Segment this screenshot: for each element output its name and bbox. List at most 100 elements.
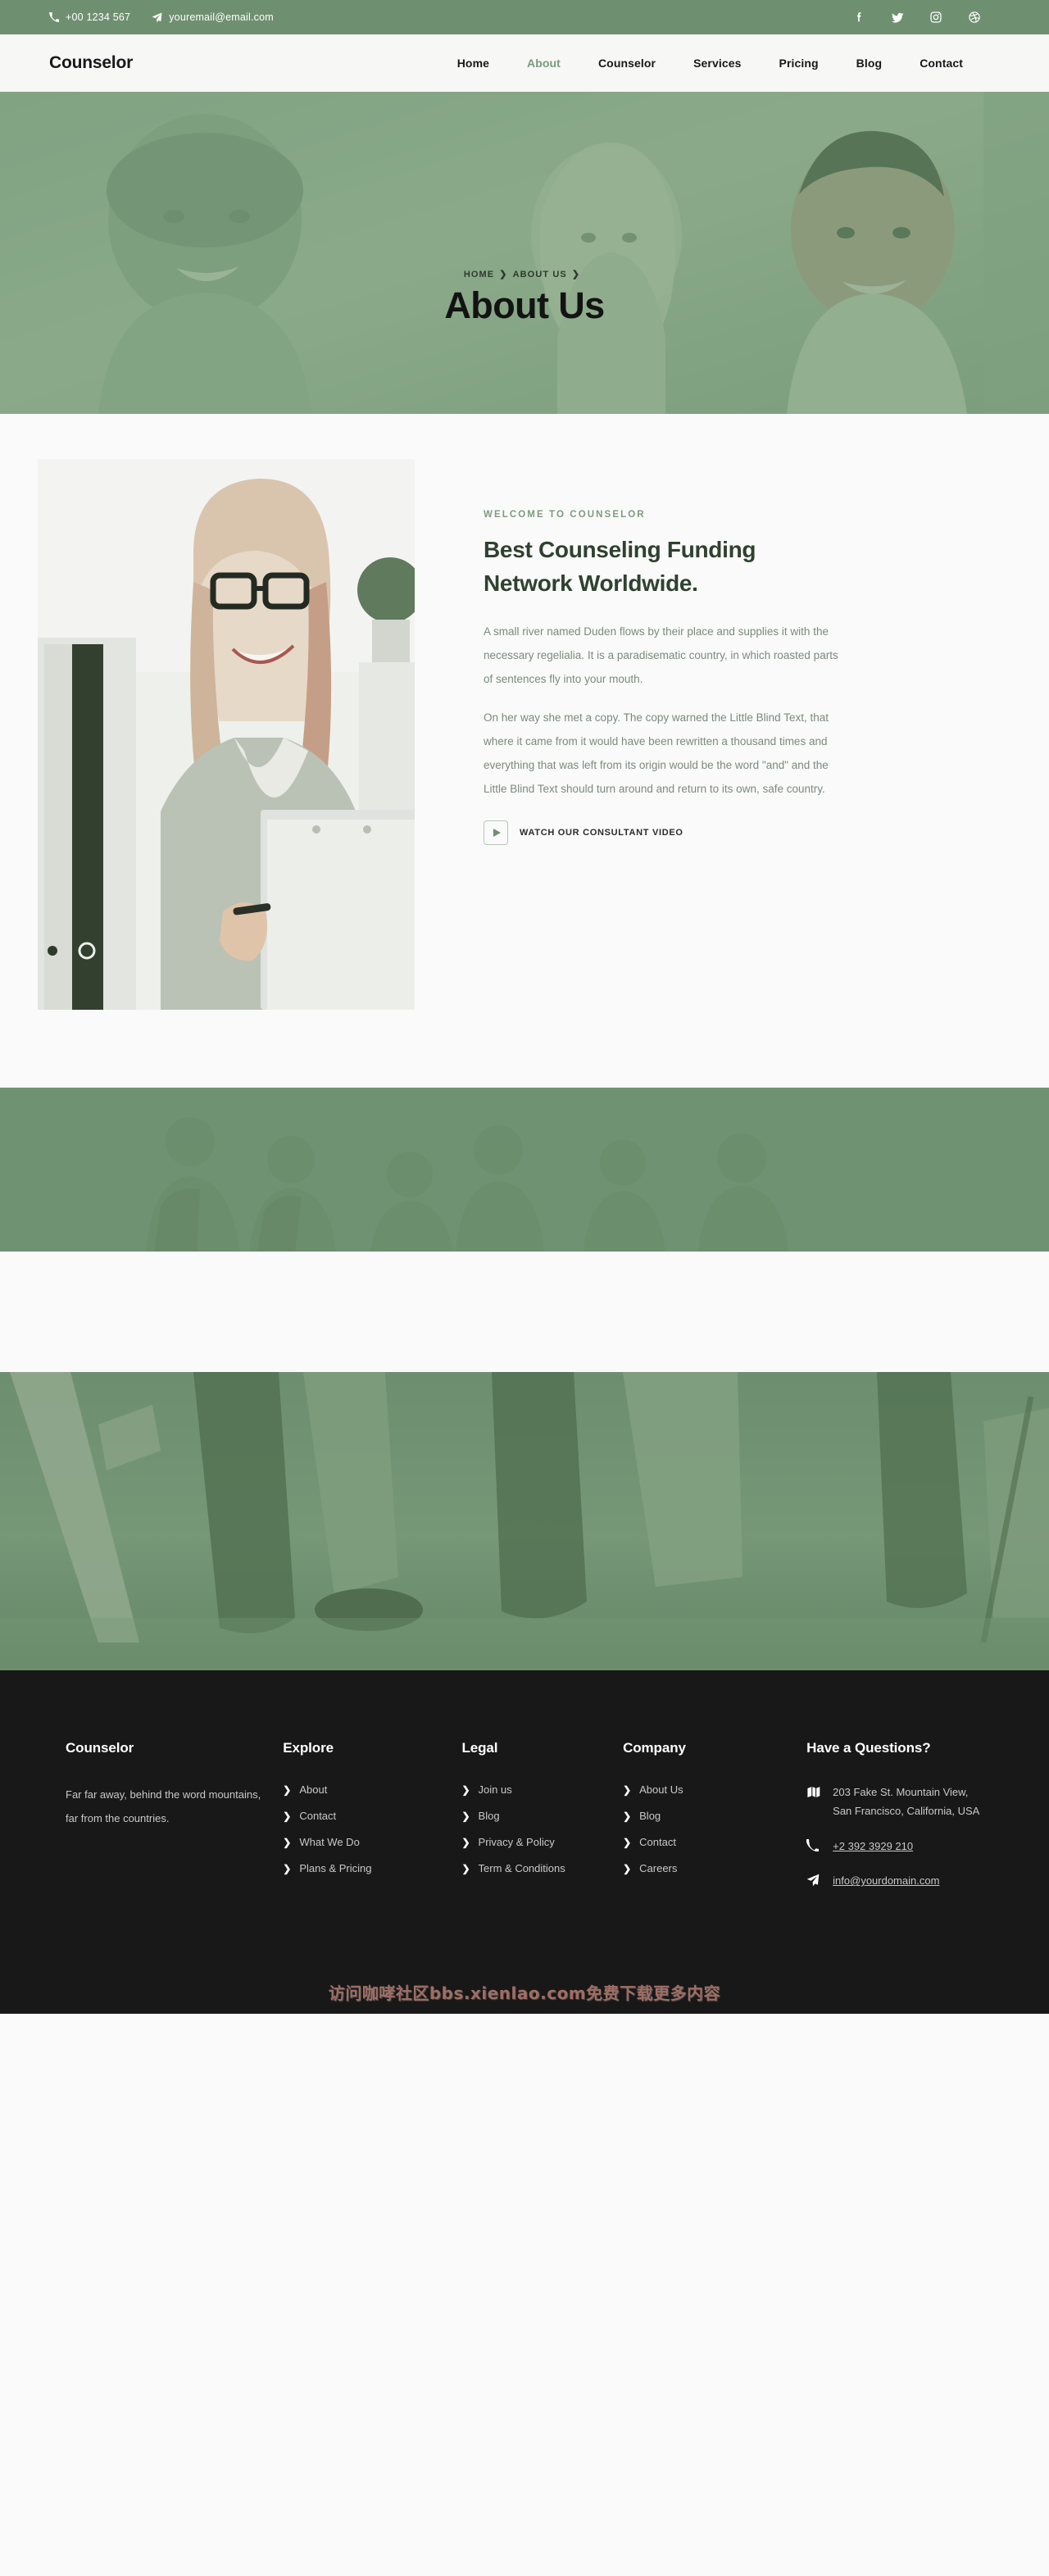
footer-link-label: About [299, 1783, 328, 1796]
breadcrumb: HOME ❯ ABOUT US ❯ [444, 269, 604, 279]
footer-column-contact: Have a Questions? 203 Fake St. Mountain … [806, 1740, 1000, 1907]
about-heading: Best Counseling Funding Network Worldwid… [484, 537, 756, 596]
footer-brand-title: Counselor [66, 1740, 134, 1756]
nav-item-about[interactable]: About [508, 57, 579, 70]
footer-link-label: Careers [639, 1862, 678, 1874]
footer-link-label: Blog [639, 1810, 661, 1822]
chevron-right-icon: ❯ [461, 1836, 470, 1848]
site-footer: Counselor Far far away, behind the word … [0, 1670, 1049, 2014]
footer-link-label: Blog [478, 1810, 500, 1822]
footer-link-label: Plans & Pricing [299, 1862, 372, 1874]
nav-item-pricing[interactable]: Pricing [761, 57, 838, 70]
nav-item-contact[interactable]: Contact [901, 57, 982, 70]
paper-plane-icon [806, 1872, 821, 1887]
footer-phone[interactable]: +2 392 3929 210 [833, 1838, 913, 1856]
footer-address: 203 Fake St. Mountain View, San Francisc… [833, 1786, 980, 1817]
paper-plane-icon [152, 12, 162, 23]
top-bar: +00 1234 567 youremail@email.com [0, 0, 1049, 34]
footer-link-explore-1[interactable]: ❯ Contact [283, 1810, 445, 1822]
footer-link-legal-3[interactable]: ❯ Term & Conditions [461, 1862, 606, 1874]
footer-bottom-spacer [0, 1907, 1049, 2014]
footer-link-legal-2[interactable]: ❯ Privacy & Policy [461, 1836, 606, 1848]
list-item: ❯ Careers [623, 1862, 790, 1874]
facebook-icon[interactable] [851, 10, 866, 25]
breadcrumb-separator-icon: ❯ [499, 269, 508, 279]
about-section: WELCOME TO COUNSELOR Best Counseling Fun… [0, 414, 1049, 1088]
chevron-right-icon: ❯ [623, 1783, 632, 1796]
footer-link-company-2[interactable]: ❯ Contact [623, 1836, 790, 1848]
footer-link-company-1[interactable]: ❯ Blog [623, 1810, 790, 1822]
about-paragraph-1: A small river named Duden flows by their… [484, 625, 838, 686]
chevron-right-icon: ❯ [623, 1862, 632, 1874]
breadcrumb-about-us[interactable]: ABOUT US [513, 270, 567, 279]
footer-legal-list: ❯ Join us ❯ Blog ❯ Privacy & Policy ❯ Term &… [461, 1783, 606, 1874]
about-image [38, 459, 415, 1010]
list-item: ❯ Privacy & Policy [461, 1836, 606, 1848]
about-paragraph-2: On her way she met a copy. The copy warn… [484, 711, 829, 796]
chevron-right-icon: ❯ [283, 1836, 292, 1848]
footer-link-label: What We Do [299, 1836, 360, 1848]
nav-item-blog[interactable]: Blog [838, 57, 901, 70]
contact-email-row: info@yourdomain.com [806, 1872, 983, 1891]
footer-company-list: ❯ About Us ❯ Blog ❯ Contact ❯ Careers [623, 1783, 790, 1874]
footer-email[interactable]: info@yourdomain.com [833, 1872, 939, 1891]
footer-explore-title: Explore [283, 1740, 334, 1756]
dribbble-icon[interactable] [967, 10, 982, 25]
footer-contact-title: Have a Questions? [806, 1740, 931, 1756]
chevron-right-icon: ❯ [461, 1810, 470, 1822]
nav-item-counselor[interactable]: Counselor [579, 57, 674, 70]
nav-item-home[interactable]: Home [438, 57, 508, 70]
chevron-right-icon: ❯ [461, 1862, 470, 1874]
footer-link-legal-1[interactable]: ❯ Blog [461, 1810, 606, 1822]
nav-item-services[interactable]: Services [674, 57, 760, 70]
breadcrumb-separator-icon-2: ❯ [571, 269, 581, 279]
footer-column-explore: Explore ❯ About ❯ Contact ❯ What We Do ❯ Pla… [283, 1740, 461, 1907]
group-photo-band [0, 1088, 1049, 1252]
twitter-icon[interactable] [890, 10, 905, 25]
footer-contact-list: 203 Fake St. Mountain View, San Francisc… [806, 1783, 983, 1891]
footer-link-explore-0[interactable]: ❯ About [283, 1783, 445, 1796]
breadcrumb-home[interactable]: HOME [464, 270, 494, 279]
footer-link-label: Privacy & Policy [478, 1836, 555, 1848]
list-item: ❯ About Us [623, 1783, 790, 1796]
footer-link-explore-3[interactable]: ❯ Plans & Pricing [283, 1862, 445, 1874]
footer-link-label: Contact [299, 1810, 337, 1822]
footer-link-label: Contact [639, 1836, 676, 1848]
footer-column-legal: Legal ❯ Join us ❯ Blog ❯ Privacy & Policy ❯… [461, 1740, 623, 1907]
instagram-icon[interactable] [929, 10, 943, 25]
main-navbar: Counselor Home About Counselor Services … [0, 34, 1049, 92]
watch-video-row[interactable]: WATCH OUR CONSULTANT VIDEO [484, 820, 841, 846]
footer-link-label: Join us [478, 1783, 512, 1796]
topbar-social-group [851, 10, 1000, 25]
footer-brand-description: Far far away, behind the word mountains,… [66, 1788, 261, 1824]
phone-icon [49, 12, 59, 22]
chevron-right-icon: ❯ [461, 1783, 470, 1796]
footer-link-company-3[interactable]: ❯ Careers [623, 1862, 790, 1874]
footer-column-company: Company ❯ About Us ❯ Blog ❯ Contact ❯ Career… [623, 1740, 806, 1907]
chevron-right-icon: ❯ [283, 1783, 292, 1796]
footer-company-title: Company [623, 1740, 686, 1756]
about-eyebrow: WELCOME TO COUNSELOR [484, 510, 646, 520]
spacer-white [0, 1252, 1049, 1372]
contact-address-row: 203 Fake St. Mountain View, San Francisc… [806, 1783, 983, 1821]
list-item: ❯ Join us [461, 1783, 606, 1796]
footer-link-label: About Us [639, 1783, 683, 1796]
brand-logo[interactable]: Counselor [49, 53, 133, 73]
group-photo-overlay [0, 1088, 1049, 1252]
footer-brand-column: Counselor Far far away, behind the word … [66, 1740, 283, 1907]
footer-link-legal-0[interactable]: ❯ Join us [461, 1783, 606, 1796]
hero-banner: HOME ❯ ABOUT US ❯ About Us [0, 92, 1049, 414]
map-icon [806, 1783, 821, 1799]
topbar-email[interactable]: youremail@email.com [152, 11, 274, 23]
chevron-right-icon: ❯ [283, 1810, 292, 1822]
play-icon [493, 829, 501, 838]
watch-video-label: WATCH OUR CONSULTANT VIDEO [520, 828, 683, 838]
list-item: ❯ What We Do [283, 1836, 445, 1848]
phone-icon [806, 1838, 821, 1851]
topbar-phone-text: +00 1234 567 [66, 11, 131, 23]
footer-link-explore-2[interactable]: ❯ What We Do [283, 1836, 445, 1848]
page-title: About Us [444, 284, 605, 326]
topbar-phone[interactable]: +00 1234 567 [49, 11, 130, 23]
footer-link-company-0[interactable]: ❯ About Us [623, 1783, 790, 1796]
play-button[interactable] [484, 820, 508, 846]
